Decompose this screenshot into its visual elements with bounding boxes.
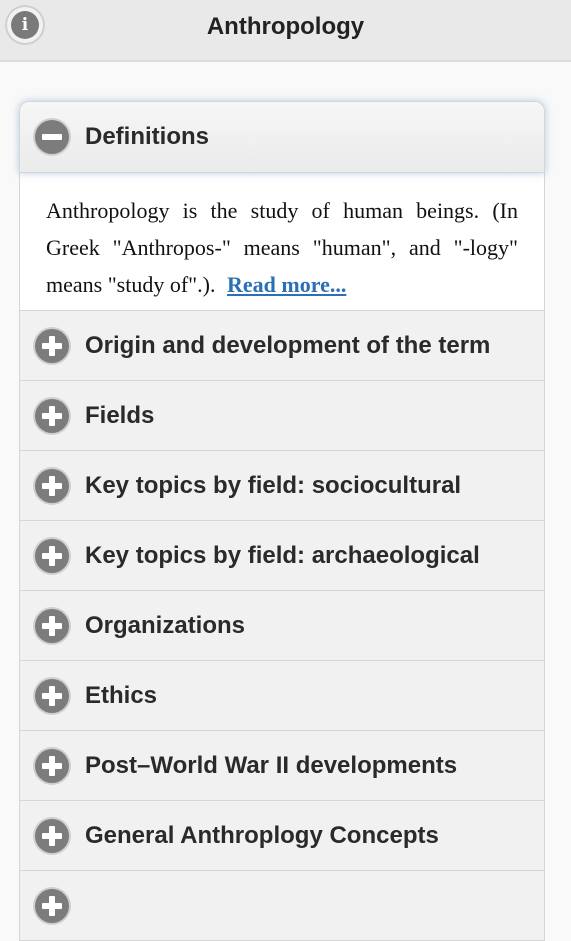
section-label: General Anthroplogy Concepts [85,821,439,849]
section-label: Definitions [85,123,209,150]
section-label: Key topics by field: archaeological [85,541,480,569]
page-title: Anthropology [206,13,365,40]
section-header-origin[interactable]: Origin and development of the term [19,311,545,381]
plus-circle-icon [35,608,69,643]
plus-circle-icon [35,888,69,923]
section-header-general-concepts[interactable]: General Anthroplogy Concepts [19,801,545,871]
section-label: Key topics by field: sociocultural [85,471,462,499]
plus-circle-icon [35,328,69,363]
read-more-link[interactable]: Read more... [227,272,346,297]
section-label: Fields [85,401,155,429]
section-header-post-ww2[interactable]: Post–World War II developments [19,731,545,801]
section-label: Origin and development of the term [85,331,491,359]
section-header-fields[interactable]: Fields [19,381,545,451]
plus-circle-icon [35,678,69,713]
section-label: Organizations [85,611,246,639]
section-header-organizations[interactable]: Organizations [19,591,545,661]
plus-circle-icon [35,468,69,503]
section-label: Ethics [85,681,158,709]
section-header-definitions[interactable]: Definitions [19,101,545,173]
section-header-sociocultural[interactable]: Key topics by field: sociocultural [19,451,545,521]
section-label: Post–World War II developments [85,751,458,779]
section-list: Definitions Anthropology is the study of… [19,101,545,941]
section-header-ethics[interactable]: Ethics [19,661,545,731]
minus-circle-icon [35,120,69,154]
plus-circle-icon [35,748,69,783]
plus-circle-icon [35,398,69,433]
section-header-next[interactable] [19,871,545,941]
plus-circle-icon [35,818,69,853]
plus-circle-icon [35,538,69,573]
section-header-archaeological[interactable]: Key topics by field: archaeological [19,521,545,591]
app-header: i Anthropology [0,0,571,62]
section-content-definitions: Anthropology is the study of human being… [19,173,545,311]
